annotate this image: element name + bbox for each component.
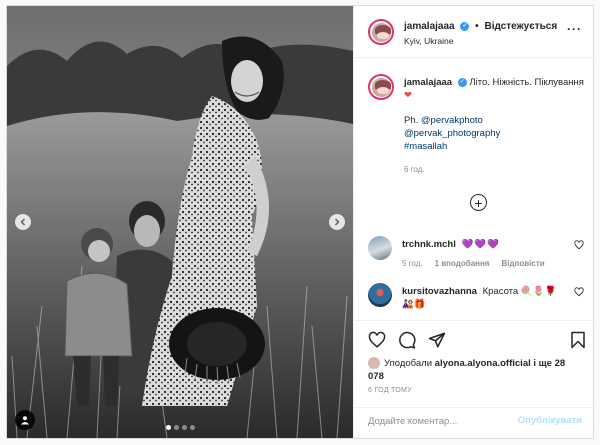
comment-heart-icon[interactable] bbox=[574, 240, 584, 250]
caption-text: Літо. Ніжність. Піклування bbox=[469, 77, 584, 88]
liker-username[interactable]: alyona.alyona.official bbox=[435, 358, 531, 369]
liker-avatar[interactable] bbox=[368, 357, 380, 370]
next-photo-button[interactable] bbox=[329, 214, 345, 230]
user-tag-icon bbox=[21, 416, 29, 425]
post-actions: Уподобали alyona.alyona.official і ще 28… bbox=[354, 320, 594, 432]
comment-icon[interactable] bbox=[398, 331, 416, 349]
red-heart-emoji: ❤ bbox=[404, 90, 412, 101]
separator-dot: • bbox=[475, 21, 479, 32]
author-avatar[interactable] bbox=[368, 19, 394, 45]
verified-badge-icon: ✓ bbox=[457, 77, 467, 87]
comment-time[interactable]: 5 год. bbox=[402, 257, 423, 270]
verified-badge-icon: ✓ bbox=[460, 21, 470, 31]
chevron-left-icon bbox=[20, 218, 25, 226]
comment-input[interactable] bbox=[368, 414, 508, 428]
post-dialog: jamalajaaa ✓ • Відстежується Kyiv, Ukrai… bbox=[6, 5, 594, 439]
more-options-icon[interactable]: ··· bbox=[567, 23, 582, 35]
photo-image bbox=[7, 6, 353, 438]
commenter-avatar[interactable] bbox=[368, 236, 392, 260]
post-side-panel: jamalajaaa ✓ • Відстежується Kyiv, Ukrai… bbox=[353, 6, 594, 438]
bookmark-icon[interactable] bbox=[570, 331, 586, 349]
comment-username[interactable]: kursitovazhanna bbox=[402, 286, 477, 297]
post-timestamp[interactable]: 6 ГОД ТОМУ bbox=[368, 387, 412, 394]
credit-prefix: Ph. bbox=[404, 115, 419, 126]
carousel-dot bbox=[181, 425, 187, 430]
carousel-dot bbox=[165, 425, 171, 430]
post-location[interactable]: Kyiv, Ukraine bbox=[404, 36, 453, 46]
heart-icon[interactable] bbox=[368, 331, 386, 349]
publish-button[interactable]: Опублікувати bbox=[518, 415, 582, 426]
chevron-right-icon bbox=[335, 218, 340, 226]
commenter-avatar[interactable] bbox=[368, 283, 392, 307]
mention-link[interactable]: @pervak_photography bbox=[404, 127, 584, 140]
mention-link[interactable]: @pervakphoto bbox=[421, 115, 483, 126]
comment-likes[interactable]: 1 вподобання bbox=[435, 257, 490, 270]
post-photo[interactable] bbox=[7, 6, 353, 438]
previous-photo-button[interactable] bbox=[15, 214, 31, 230]
reply-button[interactable]: Відповісти bbox=[501, 257, 544, 270]
comment-heart-icon[interactable] bbox=[574, 287, 584, 297]
plus-circle-icon[interactable]: + bbox=[470, 194, 487, 211]
liked-by-prefix: Уподобали bbox=[384, 358, 433, 369]
carousel-dot bbox=[189, 425, 195, 430]
comment-text: 💜💜💜 bbox=[461, 239, 500, 250]
caption-username[interactable]: jamalajaaa bbox=[404, 77, 452, 88]
liked-by: Уподобали alyona.alyona.official і ще 28… bbox=[368, 357, 568, 383]
carousel-indicator bbox=[7, 425, 353, 430]
author-username[interactable]: jamalajaaa bbox=[404, 21, 455, 32]
comment-text: Красота bbox=[482, 286, 519, 297]
add-comment-bar: Опублікувати bbox=[354, 407, 594, 433]
caption-time[interactable]: 6 год. bbox=[404, 163, 584, 176]
comment-username[interactable]: trchnk.mchl bbox=[402, 239, 456, 250]
caption-author-avatar[interactable] bbox=[368, 74, 394, 100]
post-header: jamalajaaa ✓ • Відстежується Kyiv, Ukrai… bbox=[354, 6, 594, 58]
post-caption: jamalajaaa ✓ Літо. Ніжність. Піклування … bbox=[404, 76, 584, 176]
carousel-dot bbox=[173, 425, 179, 430]
follow-status-button[interactable]: Відстежується bbox=[484, 21, 557, 32]
hashtag-link[interactable]: #masallah bbox=[404, 140, 584, 153]
share-icon[interactable] bbox=[428, 331, 446, 349]
